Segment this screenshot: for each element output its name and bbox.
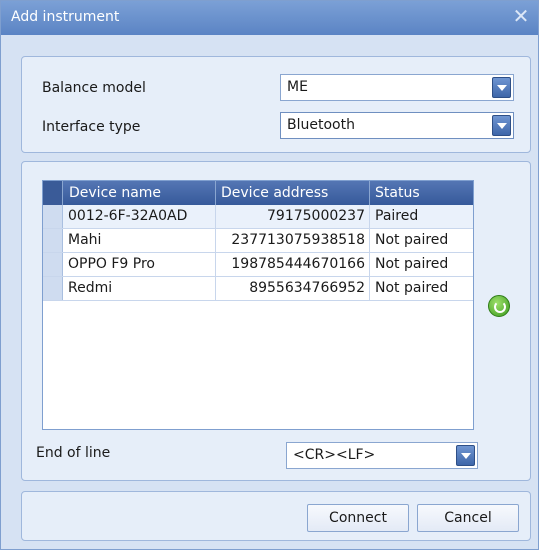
row-selector[interactable] [43, 253, 63, 276]
add-instrument-dialog: Add instrument ✕ Balance model ME Interf… [0, 0, 539, 550]
column-header-device-name[interactable]: Device name [64, 181, 216, 205]
table-row[interactable]: Redmi 8955634766952 Not paired [43, 277, 473, 301]
device-name-cell: 0012-6F-32A0AD [64, 205, 216, 228]
interface-type-select[interactable]: Bluetooth [280, 112, 514, 139]
row-selector[interactable] [43, 277, 63, 300]
balance-model-select[interactable]: ME [280, 74, 514, 101]
instrument-settings-panel: Balance model ME Interface type Bluetoot… [21, 56, 531, 153]
device-name-cell: Mahi [64, 229, 216, 252]
device-address-cell: 8955634766952 [216, 277, 370, 300]
device-name-cell: Redmi [64, 277, 216, 300]
row-header-corner [43, 181, 63, 205]
table-header: Device name Device address Status [43, 181, 473, 205]
refresh-icon[interactable] [488, 295, 510, 317]
chevron-down-icon[interactable] [492, 115, 511, 136]
interface-type-label: Interface type [42, 119, 141, 135]
device-address-cell: 198785444670166 [216, 253, 370, 276]
device-status-cell: Paired [375, 208, 419, 224]
close-icon[interactable]: ✕ [510, 4, 532, 28]
balance-model-value: ME [287, 79, 308, 95]
button-panel: Connect Cancel [21, 491, 531, 541]
column-header-device-address[interactable]: Device address [216, 181, 370, 205]
table-row[interactable]: 0012-6F-32A0AD 79175000237 Paired [43, 205, 473, 229]
window-title: Add instrument [11, 9, 120, 25]
end-of-line-label: End of line [36, 445, 111, 461]
row-selector[interactable] [43, 205, 63, 228]
interface-type-value: Bluetooth [287, 117, 355, 133]
table-row[interactable]: Mahi 237713075938518 Not paired [43, 229, 473, 253]
cancel-button[interactable]: Cancel [417, 504, 519, 532]
device-table[interactable]: Device name Device address Status 0012-6… [42, 180, 474, 430]
title-bar: Add instrument ✕ [1, 1, 538, 35]
table-row[interactable]: OPPO F9 Pro 198785444670166 Not paired [43, 253, 473, 277]
connect-button[interactable]: Connect [307, 504, 409, 532]
chevron-down-icon[interactable] [492, 77, 511, 98]
device-status-cell: Not paired [375, 256, 449, 272]
device-status-cell: Not paired [375, 232, 449, 248]
chevron-down-icon[interactable] [456, 445, 475, 466]
end-of-line-value: <CR><LF> [293, 447, 376, 463]
device-name-cell: OPPO F9 Pro [64, 253, 216, 276]
end-of-line-select[interactable]: <CR><LF> [286, 442, 478, 469]
row-selector[interactable] [43, 229, 63, 252]
device-status-cell: Not paired [375, 280, 449, 296]
device-panel: Device name Device address Status 0012-6… [21, 161, 531, 481]
device-address-cell: 79175000237 [216, 205, 370, 228]
balance-model-label: Balance model [42, 80, 146, 96]
column-header-status[interactable]: Status [370, 181, 473, 205]
device-address-cell: 237713075938518 [216, 229, 370, 252]
